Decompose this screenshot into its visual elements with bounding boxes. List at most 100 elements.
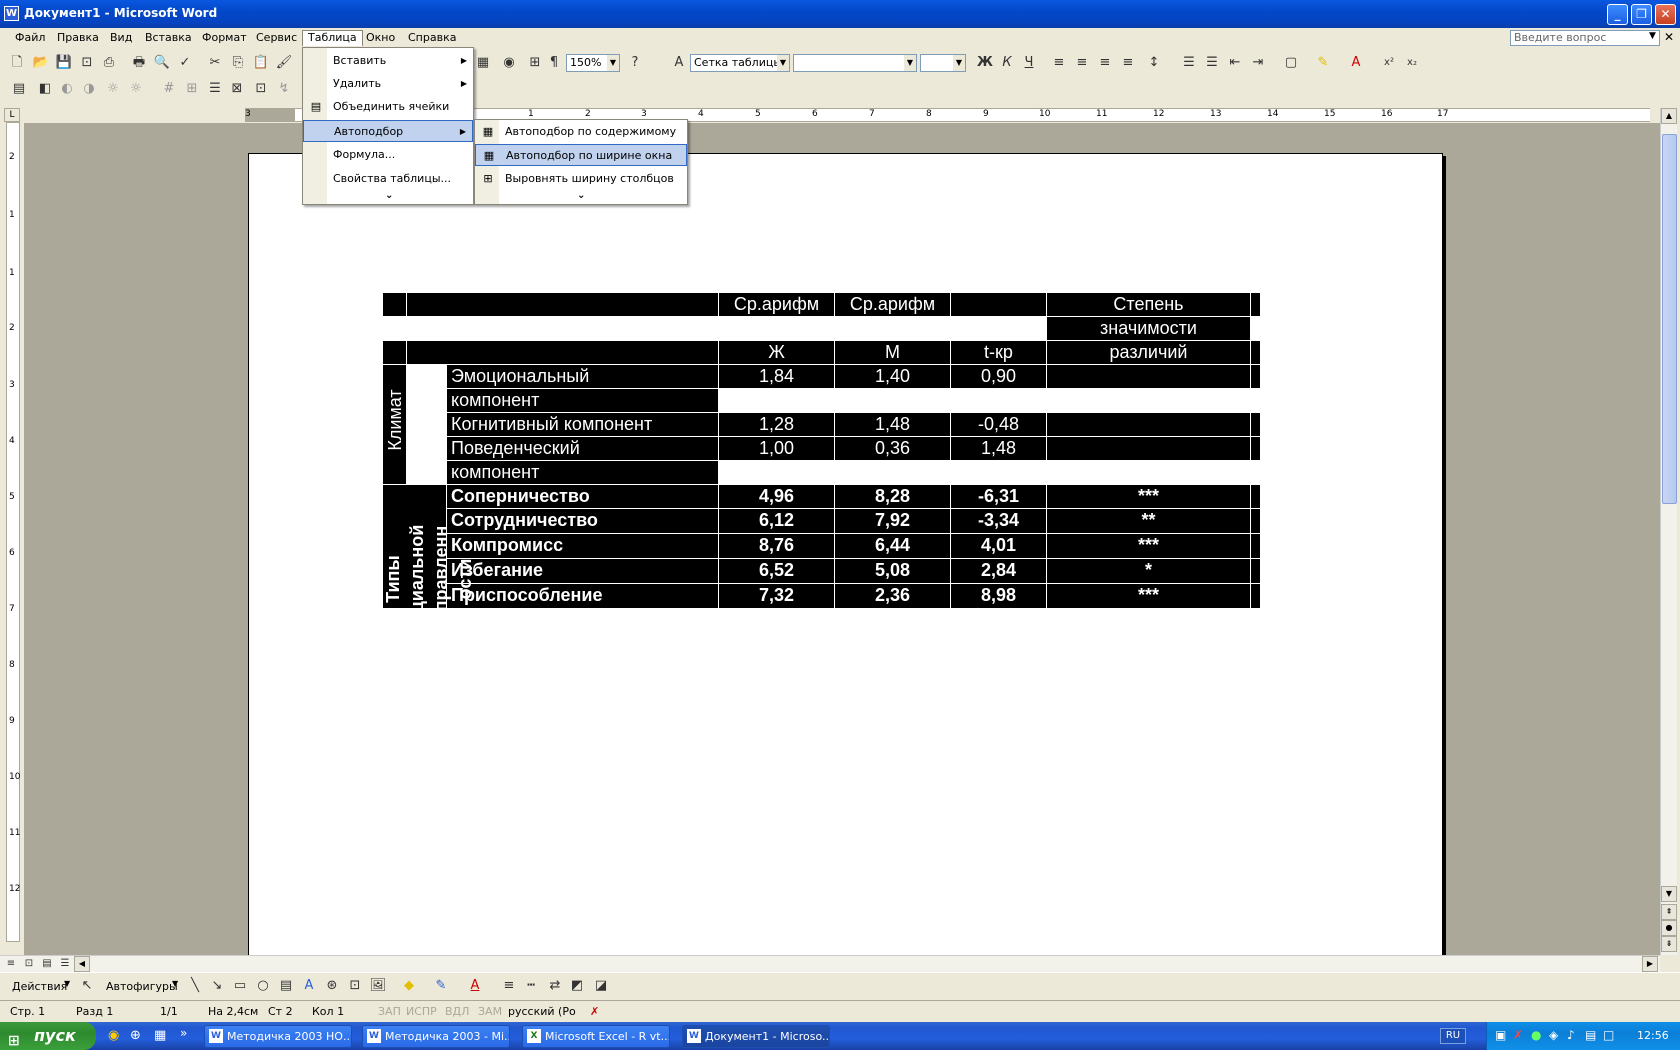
line-spacing-icon[interactable]: ↕ <box>1145 54 1163 72</box>
oval-icon[interactable]: ○ <box>254 977 272 995</box>
font-size-combo[interactable]: ▼ <box>920 54 966 72</box>
select-pointer-icon[interactable]: ↖ <box>78 977 96 995</box>
arrow-style-icon[interactable]: ⇄ <box>546 977 564 995</box>
language-indicator[interactable]: RU <box>1440 1028 1466 1044</box>
menu-item-autofit-contents[interactable]: ▦ Автоподбор по содержимому <box>475 121 687 143</box>
styles-icon[interactable]: A <box>670 54 688 72</box>
line-style-icon[interactable]: ◐ <box>58 80 76 98</box>
menu-window[interactable]: Окно <box>361 31 400 47</box>
justify-icon[interactable]: ≡ <box>1119 54 1137 72</box>
taskbar-item[interactable]: W Методичка 2003 - Mi... <box>362 1025 510 1048</box>
picture-icon[interactable]: 🖼 <box>369 977 387 995</box>
spelling-status-icon[interactable]: ✗ <box>590 1005 599 1018</box>
diagram-icon[interactable]: ⊛ <box>323 977 341 995</box>
tray-icon[interactable]: ✗ <box>1513 1028 1523 1042</box>
scroll-thumb[interactable] <box>1662 134 1677 504</box>
chevron-right-icon[interactable]: » <box>180 1026 187 1040</box>
vertical-scrollbar[interactable]: ▲ ▼ ⇞ ● ⇟ <box>1660 108 1677 955</box>
menu-file[interactable]: Файл <box>10 31 50 47</box>
bullets-icon[interactable]: ☰ <box>1203 54 1221 72</box>
quicklaunch-icon[interactable]: ▦ <box>154 1028 166 1043</box>
font-combo[interactable]: ▼ <box>793 54 917 72</box>
document-map-icon[interactable]: ⊞ <box>526 54 544 72</box>
align-center-icon[interactable]: ≡ <box>1073 54 1091 72</box>
menu-help[interactable]: Справка <box>403 31 461 47</box>
menu-insert[interactable]: Вставка <box>140 31 197 47</box>
map-icon[interactable]: ◉ <box>500 54 518 72</box>
chevron-down-icon[interactable]: ▼ <box>607 55 619 71</box>
print-icon[interactable]: 🖶 <box>130 54 148 72</box>
status-ovr[interactable]: ЗАМ <box>478 1005 502 1018</box>
merge-cells-icon[interactable]: ☰ <box>206 80 224 98</box>
taskbar-item[interactable]: X Microsoft Excel - R vt... <box>522 1025 670 1048</box>
menu-item-delete[interactable]: Удалить ▶ <box>303 73 473 95</box>
spelling-icon[interactable]: ✓ <box>176 54 194 72</box>
copy-icon[interactable]: ⎘ <box>229 54 247 72</box>
font-color-icon[interactable]: A <box>466 977 484 995</box>
paste-icon[interactable]: 📋 <box>252 54 270 72</box>
superscript-icon[interactable]: x² <box>1380 54 1398 72</box>
borders-icon[interactable]: ▢ <box>1282 54 1300 72</box>
chevron-down-icon[interactable]: ▼ <box>1649 31 1656 41</box>
zoom-combo[interactable]: 150% ▼ <box>566 54 620 72</box>
font-color-icon[interactable]: A <box>1347 54 1365 72</box>
permission-icon[interactable]: ⊡ <box>78 54 96 72</box>
autoshapes-menu[interactable]: Автофигуры <box>106 980 178 993</box>
restore-button[interactable]: ❐ <box>1631 4 1652 25</box>
start-button[interactable]: ⊞ пуск <box>0 1022 96 1050</box>
new-document-icon[interactable]: 🗋 <box>8 54 26 72</box>
tray-icon[interactable]: ▣ <box>1495 1028 1506 1042</box>
dash-style-icon[interactable]: ┅ <box>522 977 540 995</box>
scroll-right-icon[interactable]: ▶ <box>1642 956 1658 972</box>
normal-view-icon[interactable]: ≡ <box>2 955 20 973</box>
grid-icon[interactable]: # <box>160 80 178 98</box>
select-browse-object-icon[interactable]: ● <box>1661 920 1677 936</box>
scroll-left-icon[interactable]: ◀ <box>74 956 90 972</box>
fill-color-icon[interactable]: ◆ <box>400 977 418 995</box>
ask-question-input[interactable]: Введите вопрос <box>1510 30 1660 46</box>
expand-menu-icon[interactable]: ⌄ <box>385 190 393 201</box>
tray-icon[interactable]: □ <box>1603 1028 1614 1042</box>
subscript-icon[interactable]: x₂ <box>1403 54 1421 72</box>
menu-item-table-properties[interactable]: Свойства таблицы... <box>303 168 473 190</box>
insert-table-icon[interactable]: ⊞ <box>183 80 201 98</box>
menu-item-autofit-window[interactable]: ▦ Автоподбор по ширине окна <box>475 144 687 166</box>
align-left-icon[interactable]: ≡ <box>1050 54 1068 72</box>
arrow-icon[interactable]: ↘ <box>208 977 226 995</box>
scroll-up-icon[interactable]: ▲ <box>1661 108 1677 124</box>
close-document-icon[interactable]: ✕ <box>1664 30 1674 44</box>
align-right-icon[interactable]: ≡ <box>1096 54 1114 72</box>
draw-table-icon[interactable]: ▤ <box>10 80 28 98</box>
wordart-icon[interactable]: A <box>300 977 318 995</box>
menu-item-autofit[interactable]: Автоподбор ▶ <box>303 120 473 142</box>
save-icon[interactable]: 💾 <box>55 54 73 72</box>
menu-tools[interactable]: Сервис <box>251 31 302 47</box>
chevron-down-icon[interactable]: ▼ <box>953 55 965 71</box>
increase-indent-icon[interactable]: ⇥ <box>1249 54 1267 72</box>
expand-menu-icon[interactable]: ⌄ <box>577 190 585 201</box>
border-color-icon[interactable]: ☼ <box>127 80 145 98</box>
actions-menu[interactable]: Действия <box>12 980 67 993</box>
menu-edit[interactable]: Правка <box>52 31 104 47</box>
help-icon[interactable]: ? <box>626 54 644 72</box>
status-ext[interactable]: ВДЛ <box>445 1005 469 1018</box>
menu-item-insert[interactable]: Вставить ▶ <box>303 50 473 72</box>
horizontal-scrollbar[interactable]: ≡ ⊡ ▤ ☰ ◀ ▶ <box>0 955 1660 972</box>
format-painter-icon[interactable]: 🖌 <box>275 54 293 72</box>
italic-icon[interactable]: К <box>998 54 1016 72</box>
line-weight-icon[interactable]: ◑ <box>80 80 98 98</box>
status-trk[interactable]: ИСПР <box>406 1005 437 1018</box>
taskbar-item[interactable]: W Методичка 2003 НО... <box>204 1025 352 1048</box>
chevron-down-icon[interactable]: ▼ <box>777 55 789 71</box>
menu-view[interactable]: Вид <box>105 31 137 47</box>
tray-icon[interactable]: ◈ <box>1549 1028 1558 1042</box>
quicklaunch-icon[interactable]: ⊕ <box>130 1028 141 1043</box>
vertical-ruler[interactable] <box>6 122 20 942</box>
numbering-icon[interactable]: ☰ <box>1180 54 1198 72</box>
sort-icon[interactable]: ↯ <box>275 80 293 98</box>
shadow-icon[interactable]: ◩ <box>568 977 586 995</box>
status-rec[interactable]: ЗАП <box>378 1005 401 1018</box>
data-table[interactable]: Ср.арифм Ср.арифм Степень значимости Ж М… <box>382 292 1261 633</box>
menu-table[interactable]: Таблица <box>302 30 363 46</box>
table-icon[interactable]: ▦ <box>474 54 492 72</box>
